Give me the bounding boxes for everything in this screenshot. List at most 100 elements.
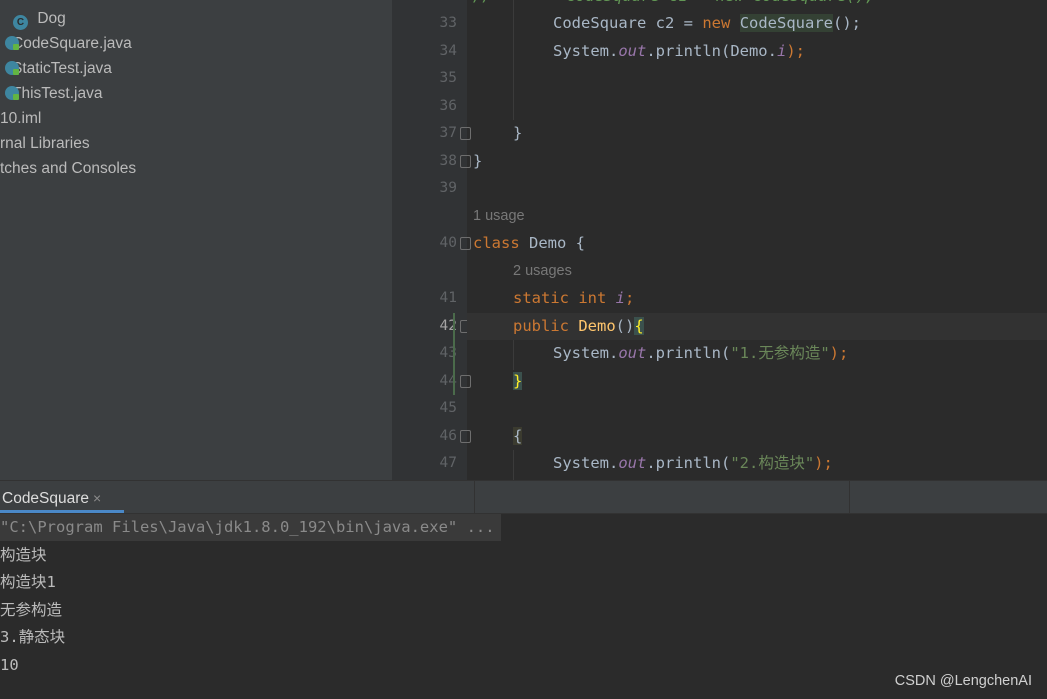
code-line-40: class Demo { xyxy=(473,230,585,257)
tree-item-label: StaticTest.java xyxy=(12,60,112,77)
code-token: ); xyxy=(786,42,805,60)
fold-marker-icon[interactable] xyxy=(460,375,471,388)
tab-label: CodeSquare xyxy=(2,490,90,507)
line-number: 33 xyxy=(439,15,457,31)
code-line-33: CodeSquare c2 = new CodeSquare(); xyxy=(553,10,861,37)
tree-item-iml[interactable]: 10.iml xyxy=(0,106,41,131)
line-number: 40 xyxy=(439,235,457,251)
console-line: 3.静态块 xyxy=(0,628,66,646)
code-editor[interactable]: 32 33 34 35 36 37 38 39 40 41 42 43 44 4… xyxy=(392,0,1047,480)
code-token: Demo { xyxy=(519,234,585,252)
code-token: out xyxy=(618,344,647,362)
code-line-41: static int i; xyxy=(513,285,634,312)
watermark: CSDN @LengchenAI xyxy=(894,673,1032,689)
tree-item-label: Dog xyxy=(37,10,66,27)
code-token: CodeSquare xyxy=(739,14,834,32)
tree-item-thistest-java[interactable]: ThisTest.java xyxy=(5,81,103,106)
code-line-44: } xyxy=(513,368,523,395)
tree-item-scratches-consoles[interactable]: tches and Consoles xyxy=(0,156,136,181)
tree-item-label: ThisTest.java xyxy=(12,85,103,102)
code-token: { xyxy=(634,317,644,335)
fold-marker-icon[interactable] xyxy=(460,127,471,140)
code-token: .println( xyxy=(646,454,731,472)
code-token: class xyxy=(473,234,520,252)
code-token: System. xyxy=(553,454,619,472)
line-number: 36 xyxy=(439,98,457,114)
code-token: (); xyxy=(833,14,862,32)
line-number: 43 xyxy=(439,345,457,361)
code-token: static int xyxy=(513,289,607,307)
usage-hint[interactable]: 2 usages xyxy=(513,263,572,279)
line-number: 34 xyxy=(439,43,457,59)
indent-guide xyxy=(513,340,514,370)
tree-item-label: rnal Libraries xyxy=(0,135,90,152)
close-icon[interactable]: × xyxy=(93,490,101,506)
tree-item-label: CodeSquare.java xyxy=(12,35,132,52)
tree-item-label: 10.iml xyxy=(0,110,42,127)
java-file-icon xyxy=(5,61,19,75)
code-token: public xyxy=(513,317,569,335)
change-marker xyxy=(453,313,455,395)
code-token: "2.构造块" xyxy=(730,454,815,472)
code-token: i xyxy=(776,42,787,60)
line-number: 32 xyxy=(417,0,457,10)
code-token: System. xyxy=(553,344,619,362)
code-line-32: // CodeSquare c1 = new CodeSquare(); xyxy=(473,0,874,10)
console-line: 10 xyxy=(0,656,19,674)
code-token: = xyxy=(674,14,703,32)
tree-item-codesquare-java[interactable]: CodeSquare.java xyxy=(5,31,132,56)
fold-marker-icon[interactable] xyxy=(460,155,471,168)
tree-item-label: tches and Consoles xyxy=(0,160,137,177)
code-token: .println(Demo. xyxy=(646,42,777,60)
usage-hint[interactable]: 1 usage xyxy=(473,208,525,224)
code-token: } xyxy=(513,372,523,390)
code-line-43: System.out.println("1.无参构造"); xyxy=(553,340,848,367)
java-file-icon xyxy=(5,86,19,100)
line-number: 39 xyxy=(439,180,457,196)
tree-item-dog[interactable]: C Dog xyxy=(13,6,66,31)
line-number: 38 xyxy=(439,153,457,169)
code-token: c2 xyxy=(655,14,675,32)
console-command-line: "C:\Program Files\Java\jdk1.8.0_192\bin\… xyxy=(0,514,501,541)
line-number: 44 xyxy=(439,373,457,389)
code-token: { xyxy=(513,427,523,445)
class-icon: C xyxy=(13,15,28,30)
indent-guide xyxy=(513,0,514,120)
line-number-active: 42 xyxy=(439,318,457,334)
code-line-47: System.out.println("2.构造块"); xyxy=(553,450,833,477)
fold-marker-icon[interactable] xyxy=(460,430,471,443)
code-line-37: } xyxy=(513,124,523,142)
code-token: new xyxy=(702,14,731,32)
line-number: 41 xyxy=(439,290,457,306)
line-number: 37 xyxy=(439,125,457,141)
code-line-46: { xyxy=(513,423,523,450)
code-line-38: } xyxy=(473,152,483,170)
code-token: System. xyxy=(553,42,619,60)
code-token: CodeSquare xyxy=(553,14,647,32)
code-token: ); xyxy=(829,344,849,362)
line-number: 45 xyxy=(439,400,457,416)
java-file-icon xyxy=(5,36,19,50)
console-line: 构造块1 xyxy=(0,573,56,591)
code-token: out xyxy=(618,454,647,472)
divider xyxy=(849,481,850,515)
code-token: out xyxy=(618,42,647,60)
code-token: () xyxy=(615,317,635,335)
fold-marker-icon[interactable] xyxy=(460,237,471,250)
line-number: 46 xyxy=(439,428,457,444)
code-token: .println( xyxy=(646,344,731,362)
code-token: i xyxy=(615,289,626,307)
code-token: ); xyxy=(814,454,833,472)
divider xyxy=(474,481,475,515)
code-token: Demo xyxy=(578,317,616,335)
console-line: 构造块 xyxy=(0,546,47,564)
line-number: 47 xyxy=(439,455,457,471)
line-number: 35 xyxy=(439,70,457,86)
active-tab-indicator xyxy=(0,510,124,513)
run-tab-bar: CodeSquare × xyxy=(0,480,1047,515)
project-tree-panel: C Dog CodeSquare.java StaticTest.java Th… xyxy=(0,0,392,480)
tree-item-external-libraries[interactable]: rnal Libraries xyxy=(0,131,90,156)
console-output[interactable]: "C:\Program Files\Java\jdk1.8.0_192\bin\… xyxy=(0,514,1047,699)
code-token: ; xyxy=(625,289,635,307)
tree-item-statictest-java[interactable]: StaticTest.java xyxy=(5,56,112,81)
